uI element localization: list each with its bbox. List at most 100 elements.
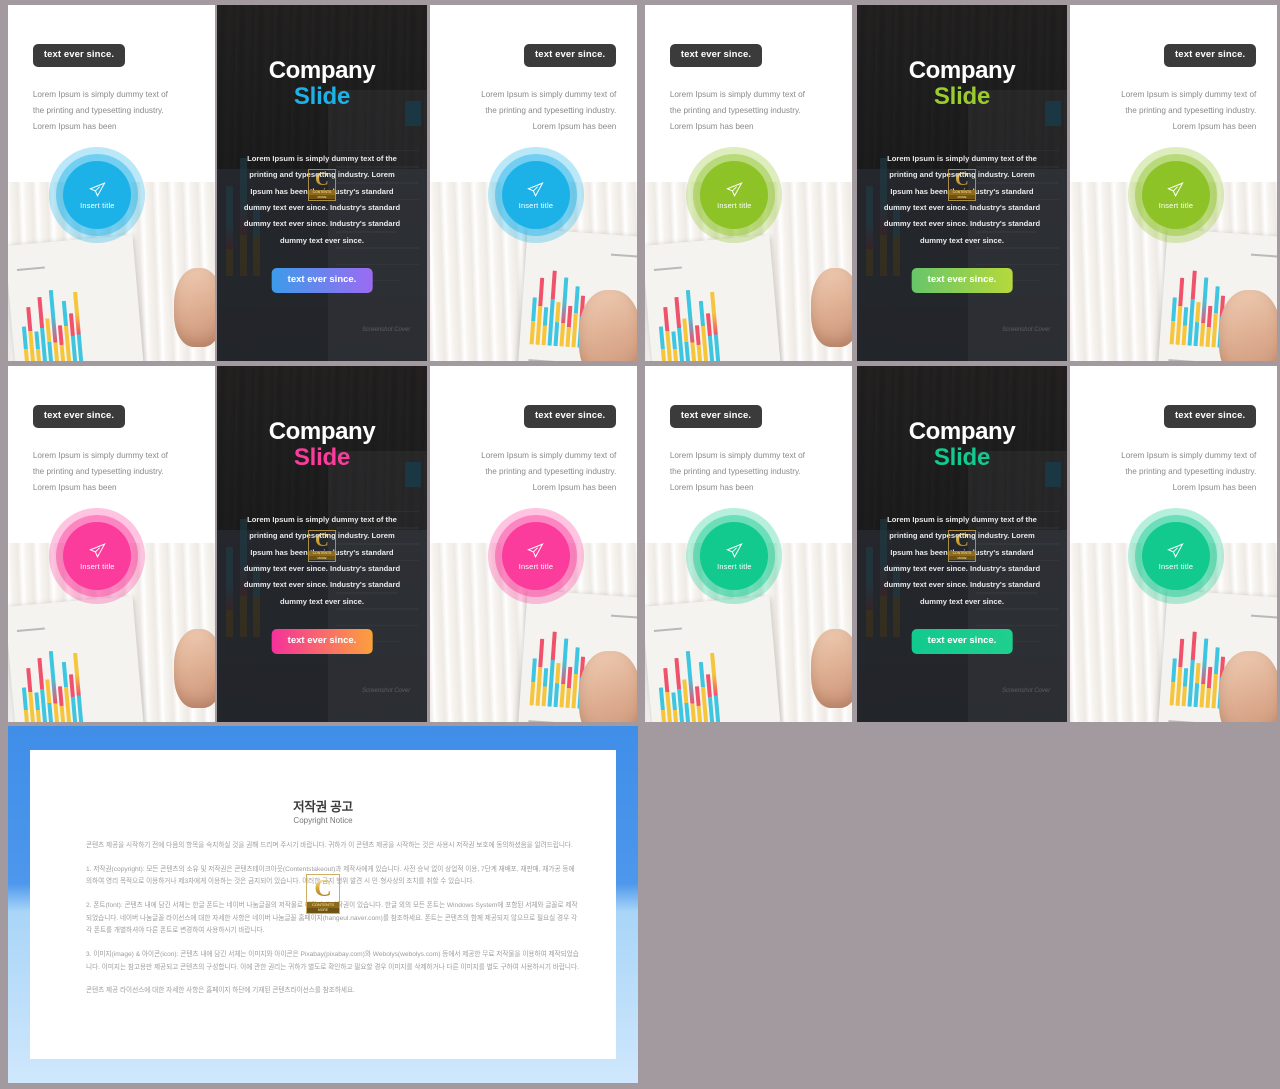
slide-tag-badge[interactable]: text ever since. <box>669 44 763 67</box>
title-line-2: Slide <box>933 443 991 471</box>
slide-title: Company Slide <box>217 58 427 109</box>
slide-tag-badge[interactable]: text ever since. <box>1164 405 1257 428</box>
hand-photo <box>810 629 852 708</box>
slide-body-text: Lorem Ipsum is simply dummy text of the … <box>32 89 168 131</box>
slide-title: Company Slide <box>857 419 1067 470</box>
contents-watermark: C CONTENTS MORE <box>306 874 340 914</box>
title-line-1: Company <box>908 57 1016 85</box>
hand-photo <box>173 268 215 347</box>
contents-watermark: C CONTENTS MORE <box>948 168 976 201</box>
slide-thumbnail-green-right[interactable]: text ever since. Lorem Ipsum is simply d… <box>1070 5 1277 361</box>
copyright-paragraph: 콘텐츠 제공 라이선스에 대한 자세한 사항은 홈페이지 하단에 기재된 콘텐츠… <box>86 987 355 995</box>
paper-plane-icon <box>726 543 743 558</box>
paper-plane-icon <box>89 182 106 197</box>
slide-thumbnail-blue-left[interactable]: text ever since. Lorem Ipsum is simply d… <box>8 5 215 361</box>
slide-title: Company Slide <box>857 58 1067 109</box>
paper-plane-icon <box>527 182 545 197</box>
paper-plane-icon <box>89 543 106 558</box>
title-line-2: Slide <box>293 82 351 110</box>
insert-title-circle[interactable]: Insert title <box>1127 147 1224 244</box>
slide-thumbnail-blue-right[interactable]: text ever since. Lorem Ipsum is simply d… <box>430 5 637 361</box>
slide-cta-button[interactable]: text ever since. <box>271 629 373 654</box>
contents-watermark: C CONTENTS MORE <box>308 529 336 562</box>
slide-body-text: Lorem Ipsum is simply dummy text of the … <box>669 89 805 131</box>
copyright-body: 콘텐츠 제공을 시작하기 전에 다음의 항목을 숙지하실 것을 권해 드리며 주… <box>86 840 580 1009</box>
paper-plane-icon <box>726 182 743 197</box>
chart-paper-photo <box>645 595 785 722</box>
chart-paper-photo <box>645 234 785 361</box>
slide-thumbnail-green-title[interactable]: Company Slide Lorem Ipsum is simply dumm… <box>857 5 1067 361</box>
slide-thumbnail-teal-right[interactable]: text ever since. Lorem Ipsum is simply d… <box>1070 366 1277 722</box>
paper-plane-icon <box>1167 543 1185 558</box>
slide-body-text: Lorem Ipsum is simply dummy text of the … <box>1121 450 1257 492</box>
circle-label: Insert title <box>80 561 115 571</box>
copyright-paragraph: 3. 이미지(image) & 아이콘(icon): 콘텐츠 내에 담긴 서체는… <box>86 950 579 971</box>
circle-label: Insert title <box>80 200 115 210</box>
slide-title: Company Slide <box>217 419 427 470</box>
chart-paper-photo <box>8 234 148 361</box>
insert-title-circle[interactable]: Insert title <box>49 147 146 244</box>
hand-photo <box>1219 650 1277 722</box>
circle-core[interactable]: Insert title <box>1141 161 1210 230</box>
slide-thumbnail-blue-title[interactable]: Company Slide Lorem Ipsum is simply dumm… <box>217 5 427 361</box>
slide-thumbnail-pink-left[interactable]: text ever since. Lorem Ipsum is simply d… <box>8 366 215 722</box>
copyright-notice-panel[interactable]: 저작권 공고 Copyright Notice 콘텐츠 제공을 시작하기 전에 … <box>8 726 638 1083</box>
slide-thumbnail-green-left[interactable]: text ever since. Lorem Ipsum is simply d… <box>645 5 852 361</box>
slide-tag-badge[interactable]: text ever since. <box>524 405 617 428</box>
contents-watermark: C CONTENTS MORE <box>948 529 976 562</box>
title-line-1: Company <box>268 57 376 85</box>
title-line-1: Company <box>268 418 376 446</box>
insert-title-circle[interactable]: Insert title <box>49 508 146 605</box>
copyright-title: 저작권 공고 <box>293 800 353 814</box>
copyright-subtitle: Copyright Notice <box>293 816 353 825</box>
slide-thumbnail-pink-right[interactable]: text ever since. Lorem Ipsum is simply d… <box>430 366 637 722</box>
watermark-letter: C <box>315 530 329 552</box>
hand-photo <box>579 289 637 361</box>
slide-cta-button[interactable]: text ever since. <box>911 629 1013 654</box>
slide-signature: Screenshot Cover <box>362 687 411 694</box>
slide-thumbnail-teal-title[interactable]: Company Slide Lorem Ipsum is simply dumm… <box>857 366 1067 722</box>
hand-photo <box>810 268 852 347</box>
circle-label: Insert title <box>717 200 752 210</box>
slide-body-text: Lorem Ipsum is simply dummy text of the … <box>481 450 617 492</box>
slide-body-text: Lorem Ipsum is simply dummy text of the … <box>32 450 168 492</box>
slide-tag-badge[interactable]: text ever since. <box>32 405 126 428</box>
circle-core[interactable]: Insert title <box>501 522 570 591</box>
insert-title-circle[interactable]: Insert title <box>686 147 783 244</box>
circle-label: Insert title <box>518 200 554 210</box>
circle-core[interactable]: Insert title <box>1141 522 1210 591</box>
slide-cta-button[interactable]: text ever since. <box>911 268 1013 293</box>
slide-thumbnail-pink-title[interactable]: Company Slide Lorem Ipsum is simply dumm… <box>217 366 427 722</box>
slide-thumbnail-teal-left[interactable]: text ever since. Lorem Ipsum is simply d… <box>645 366 852 722</box>
slide-body-text: Lorem Ipsum is simply dummy text of the … <box>481 89 617 131</box>
chart-paper-photo <box>8 595 148 722</box>
circle-label: Insert title <box>518 561 554 571</box>
watermark-letter: C <box>315 169 329 191</box>
circle-label: Insert title <box>1158 561 1194 571</box>
contents-watermark: C CONTENTS MORE <box>308 168 336 201</box>
watermark-letter: C <box>314 875 332 902</box>
watermark-note: MORE <box>949 556 975 561</box>
watermark-note: MORE <box>949 195 975 200</box>
slide-row-2: text ever since. Lorem Ipsum is simply d… <box>0 366 1280 722</box>
circle-core[interactable]: Insert title <box>501 161 570 230</box>
slide-signature: Screenshot Cover <box>1002 326 1051 333</box>
insert-title-circle[interactable]: Insert title <box>1127 508 1224 605</box>
insert-title-circle[interactable]: Insert title <box>686 508 783 605</box>
circle-label: Insert title <box>717 561 752 571</box>
slide-tag-badge[interactable]: text ever since. <box>1164 44 1257 67</box>
slide-tag-badge[interactable]: text ever since. <box>669 405 763 428</box>
slide-tag-badge[interactable]: text ever since. <box>32 44 126 67</box>
slide-cta-button[interactable]: text ever since. <box>271 268 373 293</box>
circle-label: Insert title <box>1158 200 1194 210</box>
copyright-paragraph: 콘텐츠 제공을 시작하기 전에 다음의 항목을 숙지하실 것을 권해 드리며 주… <box>86 842 573 849</box>
slide-body-text: Lorem Ipsum is simply dummy text of the … <box>669 450 805 492</box>
insert-title-circle[interactable]: Insert title <box>487 508 584 605</box>
watermark-letter: C <box>955 530 969 552</box>
slide-thumbnail-grid: text ever since. Lorem Ipsum is simply d… <box>0 0 1280 722</box>
slide-tag-badge[interactable]: text ever since. <box>524 44 617 67</box>
hand-photo <box>173 629 215 708</box>
paper-plane-icon <box>1167 182 1185 197</box>
watermark-note: MORE <box>309 556 335 561</box>
insert-title-circle[interactable]: Insert title <box>487 147 584 244</box>
